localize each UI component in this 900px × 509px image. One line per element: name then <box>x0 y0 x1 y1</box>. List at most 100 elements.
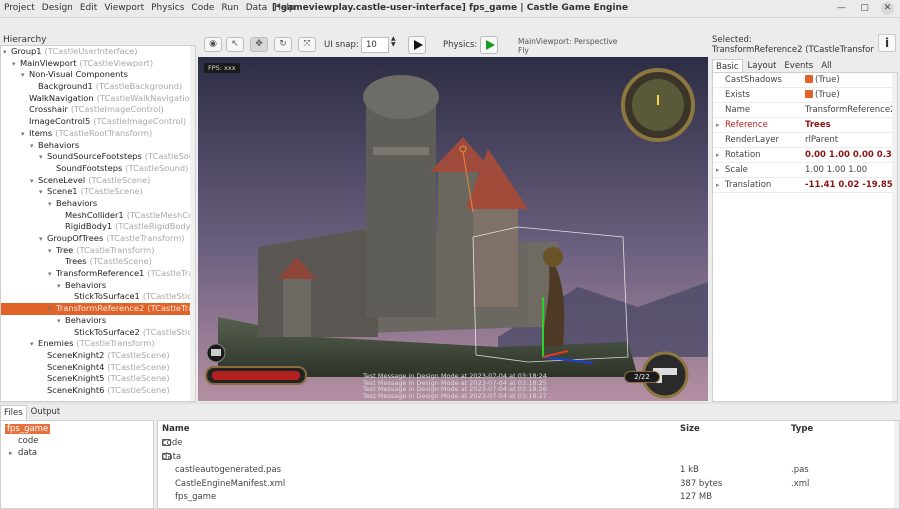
menu-run[interactable]: Run <box>221 3 238 13</box>
select-cursor-icon[interactable]: ↖ <box>226 37 244 52</box>
expand-arrow-icon[interactable]: ▸ <box>716 163 720 178</box>
tree-item[interactable]: ▾ Behaviors <box>1 315 195 327</box>
scale-icon[interactable]: ⤧ <box>298 37 316 52</box>
file-tree-item[interactable]: fps_game <box>1 423 153 435</box>
tree-item[interactable]: StickToSurface2(TCastleStickToSurface) <box>1 327 195 339</box>
tree-item[interactable]: RigidBody1 (TCastleRigidBody) <box>1 221 195 233</box>
tree-item[interactable]: WalkNavigation (TCastleWalkNavigation) <box>1 93 195 105</box>
tree-item[interactable]: ▾ Behaviors <box>1 280 195 292</box>
tree-item[interactable]: ▾TransformReference2(TCastleTransformRef… <box>1 303 195 315</box>
tree-item[interactable]: ▾ Items (TCastleRootTransform) <box>1 128 195 140</box>
snap-stepper-icon[interactable]: ▲ ▼ <box>391 36 396 48</box>
column-type[interactable]: Type <box>791 424 813 434</box>
file-tree-item[interactable]: code <box>1 435 153 447</box>
file-list-scrollbar[interactable] <box>894 421 899 508</box>
tree-item[interactable]: ▾ GroupOfTrees (TCastleTransform) <box>1 233 195 245</box>
tree-item[interactable]: Trees (TCastleScene) <box>1 256 195 268</box>
3d-viewport[interactable]: FPS: xxx 2/22 Test Message in Design Mod… <box>198 57 708 401</box>
property-scrollbar[interactable] <box>892 73 897 401</box>
ui-snap-input[interactable]: 10 <box>361 37 389 53</box>
property-value[interactable]: 1.00 1.00 1.00 <box>805 163 895 178</box>
tree-item[interactable]: ▾ Non-Visual Components <box>1 69 195 81</box>
tree-item[interactable]: SceneKnight6 (TCastleScene) <box>1 385 195 397</box>
hierarchy-panel[interactable]: ▾ Group1 (TCastleUserInterface) ▾ MainViewpo… <box>0 45 196 402</box>
maximize-icon[interactable]: ▢ <box>858 2 871 15</box>
property-row[interactable]: ▸ Reference Trees <box>713 118 897 133</box>
property-row[interactable]: CastShadows (True) <box>713 73 897 88</box>
minimize-icon[interactable]: — <box>835 2 848 15</box>
property-row[interactable]: ▸ Rotation 0.00 1.00 0.00 0.33 <box>713 148 897 163</box>
tree-item[interactable]: SceneKnight5 (TCastleScene) <box>1 373 195 385</box>
tree-item[interactable]: StickToSurface1(TCastleStickToSurface) <box>1 291 195 303</box>
tab-files[interactable]: Files <box>0 405 27 420</box>
menu-code[interactable]: Code <box>191 3 214 13</box>
property-value[interactable]: (True) <box>805 73 895 88</box>
property-value[interactable]: 0.00 1.00 0.00 0.33 <box>805 148 895 163</box>
tree-item[interactable]: ▾SoundSourceFootsteps(TCastleSoundSource… <box>1 151 195 163</box>
menu-project[interactable]: Project <box>4 3 35 13</box>
file-list[interactable]: Name Size Type code data castleautogenerat… <box>157 420 900 509</box>
tree-item[interactable]: SoundFootsteps (TCastleSound) <box>1 163 195 175</box>
menu-help[interactable]: Help <box>274 3 295 13</box>
tree-item[interactable]: ▾ Tree (TCastleTransform) <box>1 245 195 257</box>
file-tree[interactable]: fps_game code ▸ data <box>0 420 154 509</box>
property-row[interactable]: ▸ Scale 1.00 1.00 1.00 <box>713 163 897 178</box>
tree-item[interactable]: MeshCollider1(TCastleMeshCollider) <box>1 210 195 222</box>
property-value[interactable]: TransformReference2 <box>805 103 895 118</box>
column-name[interactable]: Name <box>162 424 189 434</box>
file-row[interactable]: CastleEngineManifest.xml 387 bytes .xml <box>158 478 893 491</box>
column-size[interactable]: Size <box>680 424 700 434</box>
close-icon[interactable]: ✕ <box>881 2 894 15</box>
ui-snap-label: UI snap: <box>324 40 359 50</box>
file-tree-item[interactable]: ▸ data <box>1 447 153 459</box>
move-icon[interactable]: ✥ <box>250 37 268 52</box>
expand-arrow-icon[interactable]: ▸ <box>716 148 720 163</box>
tab-output[interactable]: Output <box>28 405 64 420</box>
file-row[interactable]: code <box>158 437 893 450</box>
property-row[interactable]: ▸ Translation -11.41 0.02 -19.85 <box>713 178 897 193</box>
property-row[interactable]: Name TransformReference2 <box>713 103 897 118</box>
tree-item[interactable]: SceneKnight2 (TCastleScene) <box>1 350 195 362</box>
tree-item[interactable]: Crosshair (TCastleImageControl) <box>1 104 195 116</box>
hierarchy-scrollbar[interactable] <box>190 46 195 401</box>
menu-edit[interactable]: Edit <box>80 3 97 13</box>
panel-splitter[interactable] <box>0 402 900 404</box>
property-value[interactable]: -11.41 0.02 -19.85 <box>805 178 895 193</box>
tree-item[interactable]: ▾ MainViewport (TCastleViewport) <box>1 58 195 70</box>
tree-item[interactable]: ▾ Enemies (TCastleTransform) <box>1 338 195 350</box>
run-play-button[interactable] <box>408 36 426 54</box>
menu-physics[interactable]: Physics <box>151 3 184 13</box>
file-row[interactable]: castleautogenerated.pas 1 kB .pas <box>158 464 893 477</box>
tree-item-name: Behaviors <box>65 279 107 290</box>
tree-item[interactable]: ▾ Group1 (TCastleUserInterface) <box>1 46 195 58</box>
expand-arrow-icon[interactable]: ▸ <box>716 178 720 193</box>
checkbox-checked-icon[interactable] <box>805 75 813 83</box>
property-row[interactable]: RenderLayer rlParent <box>713 133 897 148</box>
menu-viewport[interactable]: Viewport <box>104 3 144 13</box>
tree-item[interactable]: Background1 (TCastleBackground) <box>1 81 195 93</box>
expand-toggle-icon[interactable]: ▸ <box>9 447 18 459</box>
physics-play-button[interactable] <box>480 36 498 54</box>
info-icon[interactable]: i <box>878 34 896 52</box>
menu-design[interactable]: Design <box>42 3 73 13</box>
tree-item[interactable]: ▾ SceneLevel (TCastleScene) <box>1 175 195 187</box>
tree-item[interactable]: ImageControl5 (TCastleImageControl) <box>1 116 195 128</box>
property-grid[interactable]: CastShadows (True) Exists (True) Name Transfo… <box>712 72 898 402</box>
tree-item[interactable]: SceneKnight4 (TCastleScene) <box>1 362 195 374</box>
tree-item[interactable]: ▾ Behaviors <box>1 198 195 210</box>
property-value[interactable]: Trees <box>805 118 895 133</box>
property-value[interactable]: rlParent <box>805 133 895 148</box>
property-row[interactable]: Exists (True) <box>713 88 897 103</box>
expand-arrow-icon[interactable]: ▸ <box>716 118 720 133</box>
tree-item[interactable]: ▾ Scene1 (TCastleScene) <box>1 186 195 198</box>
menu-data[interactable]: Data <box>246 3 268 13</box>
tree-item-class: (TCastleScene) <box>107 361 170 372</box>
rotate-icon[interactable]: ↻ <box>274 37 292 52</box>
property-value[interactable]: (True) <box>805 88 895 103</box>
file-row[interactable]: fps_game 127 MB <box>158 491 893 504</box>
tree-item[interactable]: ▾ Behaviors <box>1 140 195 152</box>
file-row[interactable]: data <box>158 451 893 464</box>
eye-icon[interactable]: ◉ <box>204 37 222 52</box>
checkbox-checked-icon[interactable] <box>805 90 813 98</box>
tree-item[interactable]: ▾TransformReference1(TCastleTransformRef… <box>1 268 195 280</box>
